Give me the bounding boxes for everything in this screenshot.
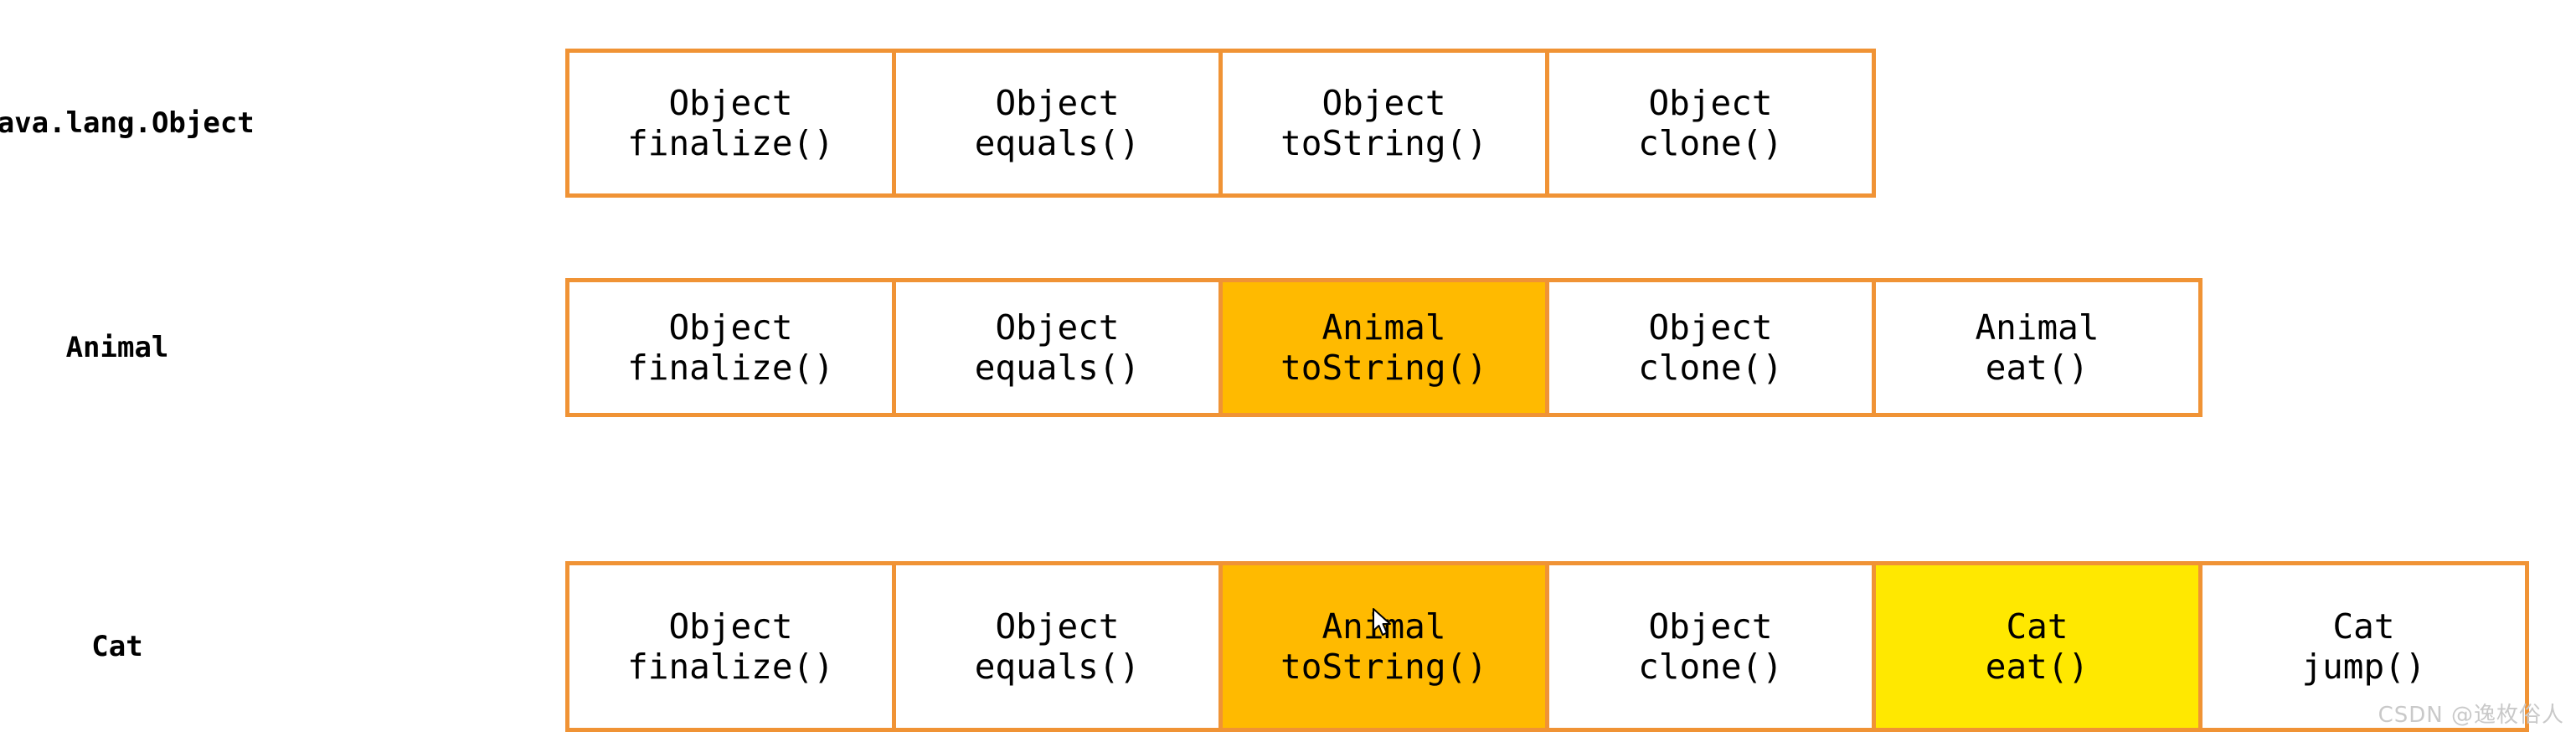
method-owner: Object [668,82,793,123]
method-cell[interactable]: Object equals() [892,278,1223,417]
method-owner: Object [1648,82,1773,123]
method-owner: Object [668,606,793,647]
method-owner: Object [668,307,793,348]
row-label-3: Cat [91,630,143,663]
method-cell[interactable]: Animal eat() [1872,278,2202,417]
method-cell[interactable]: Object clone() [1545,49,1876,198]
watermark: CSDN @逸枚俗人 [2378,703,2564,728]
method-owner: Animal [1975,307,2099,348]
method-signature: finalize() [627,123,834,163]
method-cell[interactable]: Object finalize() [565,49,896,198]
method-signature: equals() [974,647,1141,687]
method-owner: Object [995,606,1120,647]
method-owner: Object [1648,606,1773,647]
method-cell[interactable]: Object finalize() [565,278,896,417]
method-owner: Animal [1321,307,1446,348]
method-signature: finalize() [627,348,834,388]
method-signature: equals() [974,348,1141,388]
method-cell[interactable]: Object equals() [892,561,1223,732]
row-label-2: Animal [65,331,169,364]
method-signature: toString() [1280,348,1487,388]
method-signature: clone() [1638,123,1783,163]
method-row-1: Object finalize() Object equals() Object toSt… [565,49,1876,198]
method-table-diagram: Java.lang.Object Object finalize() Object eq… [0,0,2576,732]
method-signature: eat() [1985,348,2089,388]
method-signature: toString() [1280,123,1487,163]
method-owner: Object [995,82,1120,123]
method-row-3: Object finalize() Object equals() Animal toSt… [565,561,2529,732]
method-owner: Object [1648,307,1773,348]
method-cell[interactable]: Object clone() [1545,561,1876,732]
method-owner: Object [1321,82,1446,123]
method-row-2: Object finalize() Object equals() Animal toSt… [565,278,2202,417]
method-signature: jump() [2301,647,2426,687]
method-cell[interactable]: Object toString() [1218,49,1549,198]
method-signature: clone() [1638,647,1783,687]
method-owner: Cat [2332,606,2395,647]
row-label-1: Java.lang.Object [0,106,255,140]
method-owner: Animal [1321,606,1446,647]
method-owner: Cat [2006,606,2069,647]
method-signature: finalize() [627,647,834,687]
method-owner: Object [995,307,1120,348]
method-cell[interactable]: Object clone() [1545,278,1876,417]
method-signature: equals() [974,123,1141,163]
method-signature: clone() [1638,348,1783,388]
method-cell[interactable]: Animal toString() [1218,561,1549,732]
method-signature: eat() [1985,647,2089,687]
method-cell[interactable]: Object finalize() [565,561,896,732]
method-cell[interactable]: Animal toString() [1218,278,1549,417]
method-signature: toString() [1280,647,1487,687]
method-cell[interactable]: Cat eat() [1872,561,2202,732]
method-cell[interactable]: Object equals() [892,49,1223,198]
